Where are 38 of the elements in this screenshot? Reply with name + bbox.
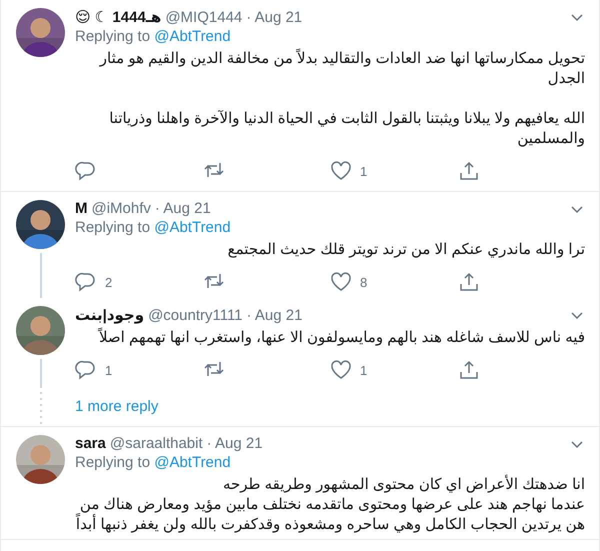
tweet-text: انا ضدهتك الأعراض اي كان محتوى المشهور وطريقه طرحه عندما نهاجم هند على عرضها ومحتوى ماتقدمه نختلف مابين مؤيد ومعارض هناك من هن يرتدين الحجاب الكامل وهي ساحره ومشعوذه وقدكفرت بالله ولن يغفر ذنبها أبداً bbox=[75, 475, 585, 535]
user-name[interactable]: وجود|بنت bbox=[75, 306, 144, 324]
mention-link[interactable]: @AbtTrend bbox=[154, 219, 231, 236]
tweet-text: الله يعافيهم ولا يبلانا ويثبتنا بالقول الثابت في الحياة الدنيا والآخرة واهلنا وذرياتنا والمسلمين bbox=[108, 109, 585, 149]
tweet-date[interactable]: · Aug 21 bbox=[154, 200, 211, 217]
reply-count: 1 bbox=[105, 362, 112, 378]
user-handle: @MIQ1444 bbox=[165, 8, 242, 26]
user-handle: @saraalthabit bbox=[110, 435, 203, 452]
share-icon[interactable] bbox=[458, 271, 480, 293]
comment-icon[interactable] bbox=[75, 271, 97, 293]
comment-icon[interactable] bbox=[75, 160, 97, 182]
tweet-date[interactable]: · Aug 21 bbox=[206, 435, 263, 452]
tweet-date[interactable]: · Aug 21 bbox=[246, 8, 302, 26]
share-icon[interactable] bbox=[458, 359, 480, 381]
user-name[interactable]: M bbox=[75, 200, 88, 217]
replying-label: Replying to bbox=[75, 28, 150, 45]
heart-icon[interactable] bbox=[330, 160, 352, 182]
user-handle: @country1111 bbox=[148, 306, 243, 324]
heart-icon[interactable] bbox=[330, 271, 352, 293]
mention-link[interactable]: @AbtTrend bbox=[154, 454, 231, 471]
replying-label: Replying to bbox=[75, 454, 150, 471]
tweet-text: فيه ناس للاسف شاغله هند بالهم ومايسولفون الا عنها، واستغرب انها تهمهم اصلاً bbox=[97, 328, 585, 348]
heart-icon[interactable] bbox=[330, 359, 352, 381]
tweet-date[interactable]: · Aug 21 bbox=[246, 306, 302, 324]
user-name[interactable]: sara bbox=[75, 435, 106, 452]
comment-icon[interactable] bbox=[75, 359, 97, 381]
share-icon[interactable] bbox=[458, 160, 480, 182]
reply-count: 2 bbox=[105, 274, 112, 290]
user-name[interactable]: 😌 ☾ هـ1444 bbox=[75, 8, 162, 26]
more-replies-link[interactable]: 1 more reply bbox=[75, 398, 158, 414]
tweet-text: تحويل ممكارساتها انها ضد العادات والتقاليد بدلاً من مخالفة الدين والقيم هو مثار الجدل bbox=[98, 49, 585, 89]
like-count: 8 bbox=[360, 274, 368, 290]
like-count: 1 bbox=[360, 362, 368, 378]
tweet-text: ترا والله ماندري عنكم الا من ترند تويتر قلك حديث المجتمع bbox=[226, 240, 585, 260]
user-handle: @iMohfv bbox=[92, 200, 151, 217]
replying-label: Replying to bbox=[75, 219, 150, 236]
like-count: 1 bbox=[360, 164, 368, 178]
mention-link[interactable]: @AbtTrend bbox=[154, 28, 231, 45]
